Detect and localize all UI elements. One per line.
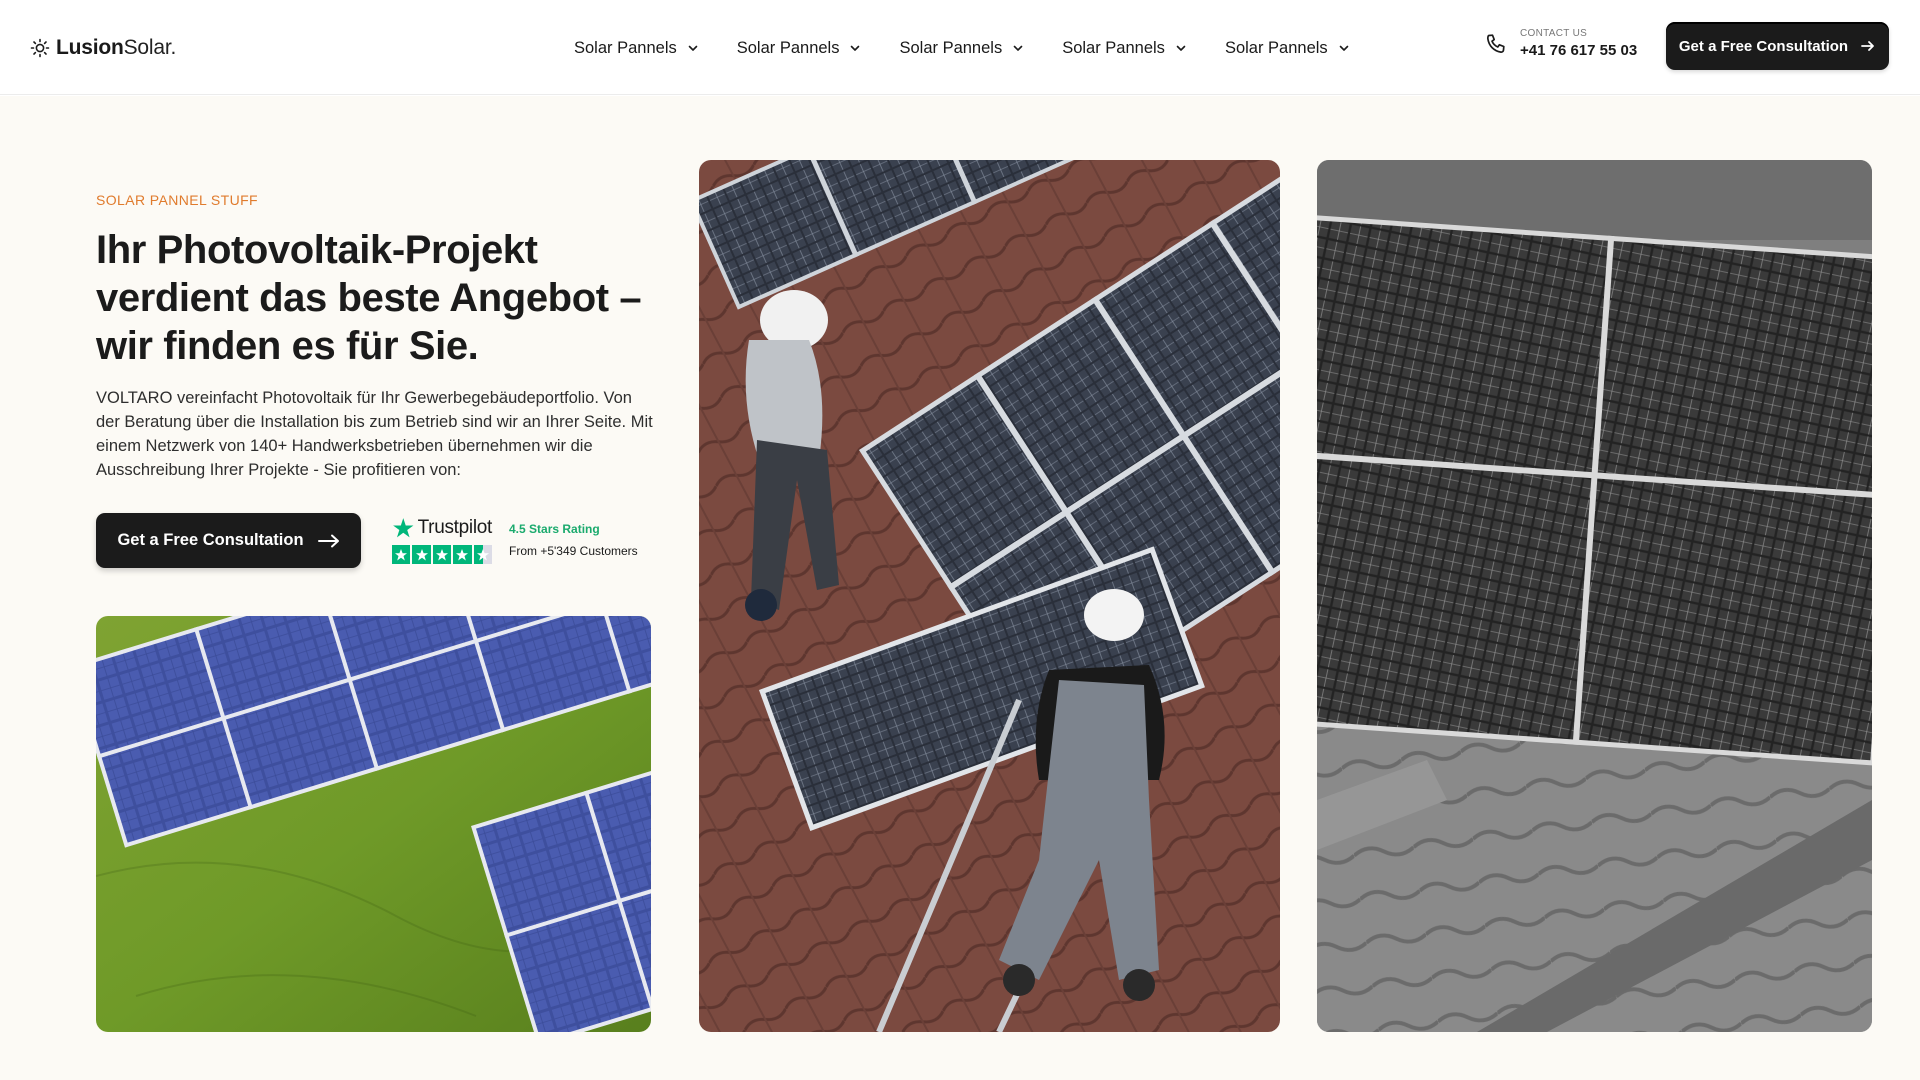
trustpilot-stars bbox=[392, 545, 493, 564]
hero-consultation-button[interactable]: Get a Free Consultation bbox=[96, 513, 361, 568]
nav-item-label: Solar Pannels bbox=[899, 38, 1003, 57]
solar-field-photo bbox=[96, 616, 651, 1032]
nav-item-solar-pannels-1[interactable]: Solar Pannels bbox=[574, 36, 699, 60]
nav-item-solar-pannels-3[interactable]: Solar Pannels bbox=[899, 36, 1024, 60]
trustpilot-badge[interactable]: Trustpilot bbox=[392, 516, 492, 564]
phone-icon bbox=[1486, 33, 1505, 53]
grayscale-roof-photo bbox=[1317, 160, 1872, 1032]
chevron-down-icon bbox=[851, 45, 860, 51]
rating-summary: 4.5 Stars Rating From +5'349 Customers bbox=[509, 522, 638, 558]
header-consultation-label: Get a Free Consultation bbox=[1678, 37, 1849, 55]
trustpilot-name: Trustpilot bbox=[417, 517, 493, 538]
chevron-down-icon bbox=[1013, 45, 1023, 51]
contact-label: CONTACT US bbox=[1520, 28, 1588, 39]
sun-icon bbox=[30, 38, 50, 58]
nav-item-label: Solar Pannels bbox=[574, 38, 677, 57]
star-icon bbox=[412, 545, 431, 564]
nav-item-label: Solar Pannels bbox=[1224, 38, 1328, 57]
brand-name-light: Solar. bbox=[123, 36, 177, 59]
main-nav: Solar Pannels Solar Pannels Solar Pannel… bbox=[574, 36, 1388, 60]
arrow-right-icon bbox=[1861, 41, 1874, 51]
nav-item-label: Solar Pannels bbox=[736, 38, 840, 57]
nav-item-solar-pannels-2[interactable]: Solar Pannels bbox=[737, 36, 862, 60]
rating-customers: From +5'349 Customers bbox=[509, 544, 638, 558]
contact-block[interactable]: CONTACT US +41 76 617 55 03 bbox=[1484, 28, 1637, 59]
chevron-down-icon bbox=[688, 45, 698, 51]
star-icon bbox=[392, 545, 411, 564]
contact-phone[interactable]: +41 76 617 55 03 bbox=[1520, 42, 1637, 59]
hero-intro: VOLTARO vereinfacht Photovoltaik für Ihr… bbox=[96, 389, 653, 479]
header-consultation-button[interactable]: Get a Free Consultation bbox=[1666, 22, 1889, 70]
star-icon bbox=[432, 545, 452, 564]
roof-workers-photo bbox=[699, 160, 1280, 1032]
logo[interactable]: LusionSolar. bbox=[30, 34, 176, 62]
chevron-down-icon bbox=[1339, 45, 1348, 51]
brand-name-bold: Lusion bbox=[56, 36, 124, 59]
hero-headline: Ihr Photovoltaik-Projekt verdient das be… bbox=[96, 228, 642, 368]
nav-item-solar-pannels-4[interactable]: Solar Pannels bbox=[1062, 36, 1187, 60]
trustpilot-logo-icon bbox=[393, 518, 414, 538]
chevron-down-icon bbox=[1176, 45, 1186, 51]
hero-consultation-label: Get a Free Consultation bbox=[117, 531, 304, 549]
star-half-icon bbox=[473, 545, 493, 564]
site-header: LusionSolar. Solar Pannels Solar Pannels… bbox=[0, 0, 1920, 95]
arrow-right-icon bbox=[317, 534, 339, 547]
star-icon bbox=[453, 545, 472, 564]
nav-item-label: Solar Pannels bbox=[1062, 38, 1165, 57]
rating-label: 4.5 Stars Rating bbox=[509, 522, 600, 536]
nav-item-solar-pannels-5[interactable]: Solar Pannels bbox=[1225, 36, 1350, 60]
hero-eyebrow: SOLAR PANNEL STUFF bbox=[96, 192, 259, 208]
